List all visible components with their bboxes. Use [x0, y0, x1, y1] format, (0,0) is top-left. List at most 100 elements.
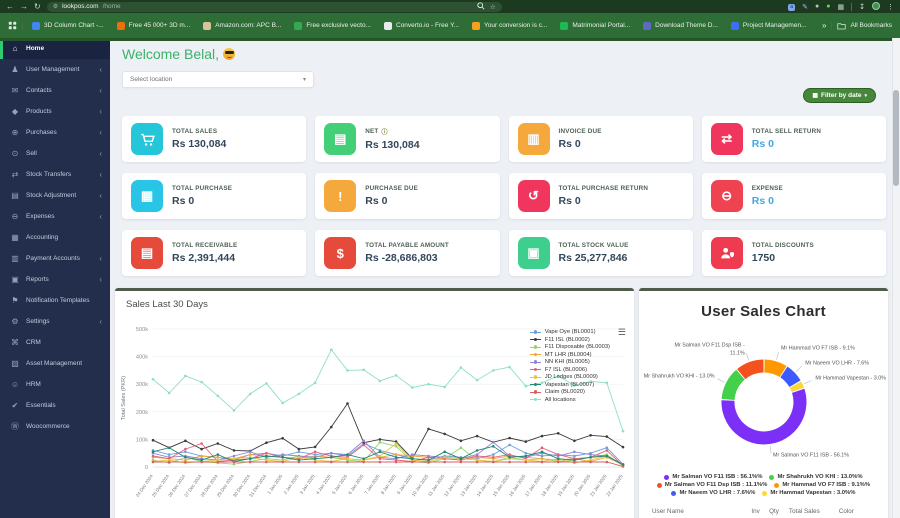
scrollbar-thumb[interactable] — [893, 90, 899, 186]
sidebar-item-user-management[interactable]: ♟User Management‹ — [0, 59, 110, 80]
sidebar-item-stock-adjustment[interactable]: ▤Stock Adjustment‹ — [0, 185, 110, 206]
sidebar-item-label: Contacts — [26, 87, 93, 94]
donut-slice-mr-hammad-vapestan[interactable] — [796, 385, 798, 390]
vertical-scrollbar[interactable] — [892, 38, 900, 518]
download-icon[interactable]: ↧ — [859, 3, 865, 11]
legend-item-f11-disposable-bl0003[interactable]: F11 Disposable (BL0003) — [530, 344, 610, 350]
sidebar-item-settings[interactable]: ⚙Settings‹ — [0, 311, 110, 332]
data-point — [476, 379, 479, 382]
legend-item-mt-lhr-bl0004[interactable]: MT LHR (BL0004) — [530, 352, 610, 358]
sidebar-item-notification-templates[interactable]: ⚑Notification Templates — [0, 290, 110, 311]
data-point — [508, 453, 511, 456]
legend-item-vape-oye-bl0001[interactable]: Vape Oye (BL0001) — [530, 329, 610, 335]
location-select[interactable]: Select location ▾ — [122, 71, 314, 88]
sidebar-item-sell[interactable]: ⊙Sell‹ — [0, 143, 110, 164]
donut-slice-mr-shahrukh-vo-khi[interactable] — [728, 375, 740, 400]
kpi-label: TOTAL PURCHASE RETURN — [559, 185, 649, 192]
data-point — [184, 451, 187, 454]
data-point — [314, 451, 317, 454]
legend-item-nn-khi-bl0005[interactable]: NN KHI (BL0005) — [530, 359, 610, 365]
sidebar-item-crm[interactable]: ⌘CRM — [0, 332, 110, 353]
sidebar-item-accounting[interactable]: ▦Accounting — [0, 227, 110, 248]
legend-item-jd-lodges-bl0009[interactable]: JD Lodges (BL0009) — [530, 374, 610, 380]
legend-label: Claim (BL0020) — [545, 389, 585, 395]
data-point — [265, 452, 268, 455]
legend-marker-icon — [530, 382, 541, 387]
donut-legend-item: Mr Naeem VO LHR : 7.6%% — [671, 490, 755, 496]
legend-item-f11-isl-bl0002[interactable]: F11 ISL (BL0002) — [530, 337, 610, 343]
bookmark-your-conversion-is-c[interactable]: Your conversion is c... — [468, 20, 551, 32]
sidebar-item-stock-transfers[interactable]: ⇄Stock Transfers‹ — [0, 164, 110, 185]
data-point — [233, 409, 236, 412]
apps-grid-icon[interactable] — [8, 17, 17, 35]
legend-item-f7-isl-bl0006[interactable]: F7 ISL (BL0006) — [530, 367, 610, 373]
bookmark-converto-io-free-y[interactable]: Converto.io - Free Y... — [380, 20, 463, 32]
filter-by-date-button[interactable]: ▦ Filter by date ▾ — [803, 88, 876, 103]
bookmark-matrimonial-portal[interactable]: Matrimonial Portal... — [556, 20, 634, 32]
bookmark-label: Amazon.com: APC B... — [215, 22, 281, 29]
menu-icon[interactable]: ⋮ — [887, 3, 894, 11]
all-bookmarks-button[interactable]: All Bookmarks — [837, 22, 892, 30]
bookmark-free-exclusive-vecto[interactable]: Free exclusive vecto... — [290, 20, 375, 32]
sidebar-item-hrm[interactable]: ☺HRM — [0, 374, 110, 395]
y-tick-label: 0 — [145, 465, 148, 471]
data-point — [233, 455, 236, 458]
legend-item-vapestan-bl0007[interactable]: Vapestan (BL0007) — [530, 382, 610, 388]
translate-icon[interactable]: a — [788, 3, 795, 11]
bookmark-amazon-com-apc-b[interactable]: Amazon.com: APC B... — [199, 20, 285, 32]
bookmark-download-theme-d[interactable]: Download Theme D... — [639, 20, 722, 32]
sidebar-item-label: User Management — [26, 66, 93, 73]
sidebar-item-asset-management[interactable]: ▨Asset Management — [0, 353, 110, 374]
forward-icon[interactable]: → — [20, 0, 28, 13]
sidebar-item-woocommerce[interactable]: ⓌWoocommerce — [0, 416, 110, 437]
exchange-icon: ⇄ — [711, 123, 743, 155]
profile-icon[interactable] — [872, 2, 880, 12]
kpi-body: TOTAL DISCOUNTS1750 — [752, 242, 814, 264]
back-icon[interactable]: ← — [6, 0, 14, 13]
pen-icon[interactable]: ✎ — [802, 3, 808, 11]
legend-item-claim-bl0020[interactable]: Claim (BL0020) — [530, 389, 610, 395]
y-tick-label: 100k — [136, 437, 148, 443]
sidebar-item-label: Payment Accounts — [26, 255, 93, 262]
data-point — [330, 461, 333, 464]
donut-slice-mr-hammad-vo-f7-isb[interactable] — [765, 366, 784, 372]
sidebar-item-label: Woocommerce — [26, 423, 102, 430]
sidebar-item-purchases[interactable]: ⊕Purchases‹ — [0, 122, 110, 143]
bookmark-free-45-000-3d-m[interactable]: Free 45 000+ 3D m... — [113, 20, 195, 32]
cart-icon — [131, 123, 163, 155]
data-point — [411, 461, 414, 464]
legend-marker-icon — [530, 330, 541, 335]
site-settings-icon[interactable]: ⚙ — [53, 3, 58, 10]
sidebar-item-reports[interactable]: ▣Reports‹ — [0, 269, 110, 290]
column-header: Qty — [767, 504, 787, 518]
sidebar-item-contacts[interactable]: ✉Contacts‹ — [0, 80, 110, 101]
bookmark-3d-column-chart[interactable]: 3D Column Chart -... — [28, 20, 108, 32]
kpi-body: TOTAL PAYABLE AMOUNTRs -28,686,803 — [365, 242, 449, 264]
sidebar-item-home[interactable]: ⌂Home — [0, 38, 110, 59]
kpi-value: Rs 0 — [752, 195, 783, 207]
chart-menu-icon[interactable]: ☰ — [618, 327, 626, 338]
search-icon[interactable] — [477, 2, 485, 12]
extensions-icon[interactable]: ▦ — [838, 3, 845, 11]
bookmark-favicon — [384, 22, 392, 30]
sidebar-item-expenses[interactable]: ⊖Expenses‹ — [0, 206, 110, 227]
kpi-card-total-receivable: ▤TOTAL RECEIVABLERs 2,391,444 — [122, 230, 306, 276]
donut-slice-mr-salman-vo-f11-isb[interactable] — [728, 391, 800, 438]
bookmark-project-managemen[interactable]: Project Managemen... — [727, 20, 811, 32]
media-icon[interactable]: ● — [815, 3, 819, 10]
data-point — [362, 461, 365, 464]
bookmarks-overflow-chevron[interactable]: » — [822, 21, 826, 30]
reload-icon[interactable]: ↻ — [34, 0, 41, 13]
sidebar-item-products[interactable]: ◆Products‹ — [0, 101, 110, 122]
star-icon[interactable]: ☆ — [490, 3, 496, 11]
data-point — [314, 446, 317, 449]
adblock-icon[interactable]: ● — [826, 3, 830, 10]
donut-slice-mr-naeem-vo-lhr[interactable] — [784, 372, 795, 384]
donut-slice-mr-salman-vo-f11-dsp-isb[interactable] — [741, 366, 763, 374]
sidebar-item-label: Home — [26, 45, 102, 52]
sidebar-item-payment-accounts[interactable]: ▥Payment Accounts‹ — [0, 248, 110, 269]
kpi-label: TOTAL RECEIVABLE — [172, 242, 237, 249]
url-bar[interactable]: ⚙ lookpos.com/home ☆ — [47, 2, 502, 12]
sidebar-item-essentials[interactable]: ✔Essentials — [0, 395, 110, 416]
legend-item-all-locations[interactable]: All locations — [530, 397, 610, 403]
